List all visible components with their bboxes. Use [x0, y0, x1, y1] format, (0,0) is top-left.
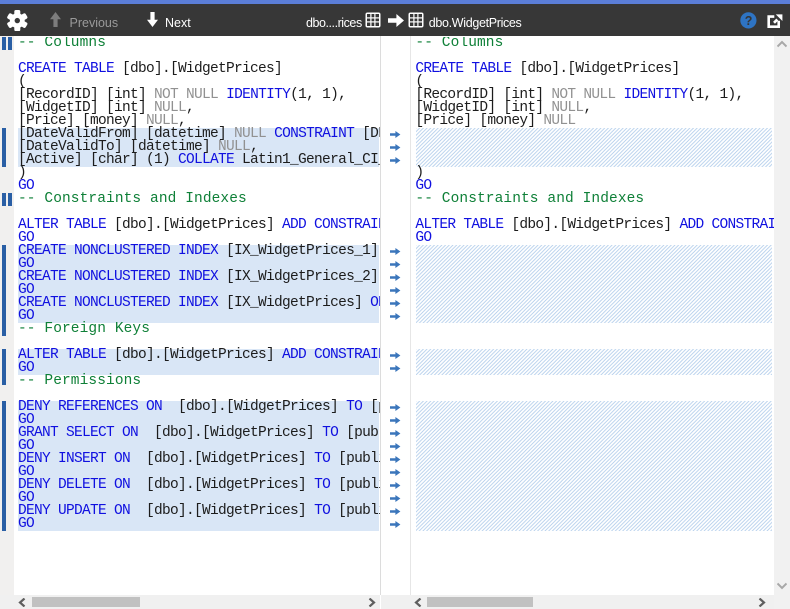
svg-text:?: ?	[745, 14, 753, 28]
